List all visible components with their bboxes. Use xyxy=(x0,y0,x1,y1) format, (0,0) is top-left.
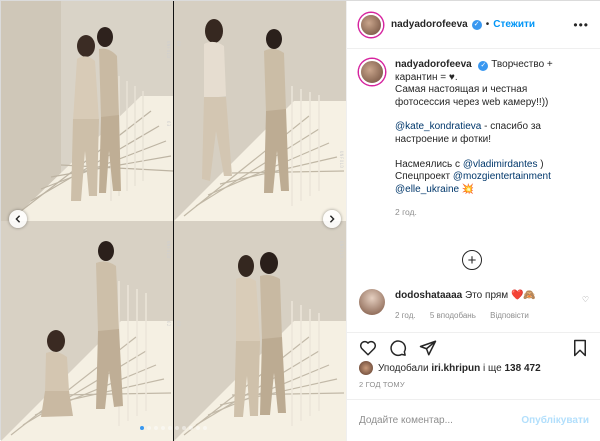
carousel-prev-button[interactable] xyxy=(9,210,27,228)
explosion-emoji: 💥 xyxy=(461,183,475,195)
photo-frame-3: UNFOLD 62 xyxy=(1,221,173,441)
caption: nadyadorofeeva ✓ Творчество + карантин =… xyxy=(359,59,595,219)
mention-kate[interactable]: @kate_kondratieva xyxy=(395,121,481,132)
comment-age: 2 год. xyxy=(395,311,416,320)
post-side-panel: nadyadorofeeva ✓ • Стежити ••• nadyadoro… xyxy=(346,1,600,441)
likes-summary: Уподобали iri.khripun і ще 138 472 xyxy=(359,361,541,375)
add-comment-bar: Опублікувати xyxy=(347,399,600,441)
film-label: UNFOLD xyxy=(166,241,171,258)
chevron-left-icon xyxy=(15,215,21,223)
carousel-dot xyxy=(140,426,144,430)
instagram-post: UNFOLD 63 60 UNFOLD UNFOLD 62 UNFOLD 63 … xyxy=(0,0,600,441)
post-header: nadyadorofeeva ✓ • Стежити ••• xyxy=(347,1,600,49)
carousel-next-button[interactable] xyxy=(323,210,341,228)
photo-frame-1: UNFOLD 63 xyxy=(1,1,173,221)
film-label: UNFOLD xyxy=(339,241,344,258)
verified-icon: ✓ xyxy=(471,19,482,30)
chevron-right-icon xyxy=(329,215,335,223)
likes-prefix: Уподобали xyxy=(378,362,429,374)
comment-emojis: ❤️🙈 xyxy=(510,290,536,301)
carousel-dots xyxy=(1,426,346,430)
film-frame-number: 63 xyxy=(166,121,171,127)
caption-line-5-prefix: Спецпроект xyxy=(395,171,453,183)
post-photo[interactable]: UNFOLD 63 60 UNFOLD UNFOLD 62 UNFOLD 63 xyxy=(1,1,346,441)
film-frame-number: 60 xyxy=(176,41,181,47)
carousel-dot xyxy=(203,426,207,430)
film-label: 60 xyxy=(176,41,181,47)
comment-body: dodoshataaaa Это прям ❤️🙈 2 год. 5 вподо… xyxy=(395,289,541,322)
plus-circle-icon[interactable]: + xyxy=(462,250,482,270)
photo-frame-4: UNFOLD 63 xyxy=(174,221,346,441)
film-frame-number: 63 xyxy=(176,321,181,327)
carousel-dot xyxy=(182,426,186,430)
comment-input[interactable] xyxy=(359,415,522,426)
film-label: 63 xyxy=(166,121,171,127)
share-button[interactable] xyxy=(417,337,439,359)
carousel-dot xyxy=(154,426,158,430)
verified-icon: ✓ xyxy=(478,61,489,71)
comment-reply-button[interactable]: Відповісти xyxy=(490,311,529,320)
heart-icon[interactable]: ♡ xyxy=(582,295,589,304)
author-avatar[interactable] xyxy=(359,12,383,37)
action-bar xyxy=(347,332,600,362)
carousel-dot xyxy=(196,426,200,430)
like-button[interactable] xyxy=(357,337,379,359)
film-label: 62 xyxy=(166,321,171,327)
film-label: UNFOLD xyxy=(339,151,344,168)
carousel-dot xyxy=(168,426,172,430)
more-icon[interactable]: ••• xyxy=(573,18,589,32)
caption-avatar[interactable] xyxy=(359,59,385,85)
film-label: UNFOLD xyxy=(166,41,171,58)
mention-dantes[interactable]: @vladimirdantes xyxy=(463,159,538,170)
likes-middle: і ще xyxy=(483,362,502,374)
carousel-dot xyxy=(189,426,193,430)
post-timestamp: 2 ГОД ТОМУ xyxy=(359,380,405,389)
caption-line-4-suffix: ) xyxy=(537,158,544,170)
commenter-username[interactable]: dodoshataaaa xyxy=(395,290,462,301)
heart-icon xyxy=(359,340,377,355)
share-icon xyxy=(419,340,437,355)
comment-button[interactable] xyxy=(387,337,409,359)
caption-age: 2 год. xyxy=(395,207,417,218)
film-label: 63 xyxy=(176,321,181,327)
liker-avatar xyxy=(359,361,373,375)
film-brand: UNFOLD xyxy=(339,151,344,169)
author-username[interactable]: nadyadorofeeva xyxy=(391,19,468,30)
caption-line-4-prefix: Насмеялись с xyxy=(395,158,463,170)
likes-count[interactable]: 138 472 xyxy=(504,363,540,374)
film-brand: UNFOLD xyxy=(166,241,171,259)
caption-line-2: Самая настоящая и честная фотосессия чер… xyxy=(395,84,549,108)
follow-button[interactable]: Стежити xyxy=(493,19,535,30)
separator-dot: • xyxy=(485,19,490,30)
film-brand: UNFOLD xyxy=(166,41,171,59)
carousel-dot xyxy=(147,426,151,430)
carousel-dot xyxy=(161,426,165,430)
photo-frame-2: 60 UNFOLD xyxy=(174,1,346,221)
comment-text: Это прям xyxy=(465,290,509,301)
comment-likes[interactable]: 5 вподобань xyxy=(430,311,476,320)
liker-username[interactable]: iri.khripun xyxy=(431,363,480,374)
caption-username[interactable]: nadyadorofeeva xyxy=(395,59,472,70)
carousel-dot xyxy=(175,426,179,430)
mention-elle[interactable]: @elle_ukraine xyxy=(395,184,459,195)
film-brand: UNFOLD xyxy=(339,241,344,259)
comment-item: dodoshataaaa Это прям ❤️🙈 2 год. 5 вподо… xyxy=(359,289,589,322)
comment-icon xyxy=(390,339,407,356)
comment-meta: 2 год. 5 вподобань Відповісти xyxy=(395,309,541,322)
caption-text: nadyadorofeeva ✓ Творчество + карантин =… xyxy=(395,59,585,219)
publish-button[interactable]: Опублікувати xyxy=(521,415,589,426)
film-frame-number: 62 xyxy=(166,321,171,327)
save-button[interactable] xyxy=(569,337,591,359)
mention-mozgi[interactable]: @mozgientertainment xyxy=(453,171,551,182)
bookmark-icon xyxy=(574,339,586,356)
commenter-avatar[interactable] xyxy=(359,289,385,315)
